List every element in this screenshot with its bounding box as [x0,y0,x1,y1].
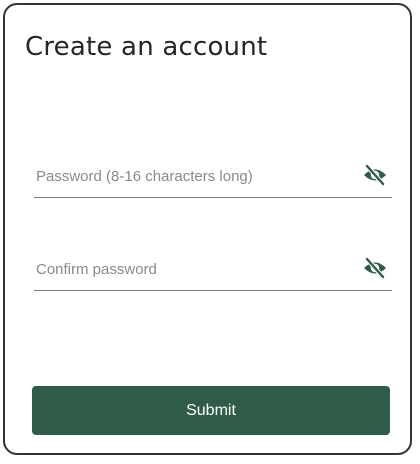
eye-off-icon[interactable] [362,256,388,280]
password-field [34,155,392,198]
confirm-password-input[interactable] [34,248,346,290]
eye-off-icon[interactable] [362,163,388,187]
password-input[interactable] [34,155,346,197]
page-title: Create an account [25,32,268,62]
submit-button[interactable]: Submit [32,386,390,435]
confirm-password-field [34,248,392,291]
